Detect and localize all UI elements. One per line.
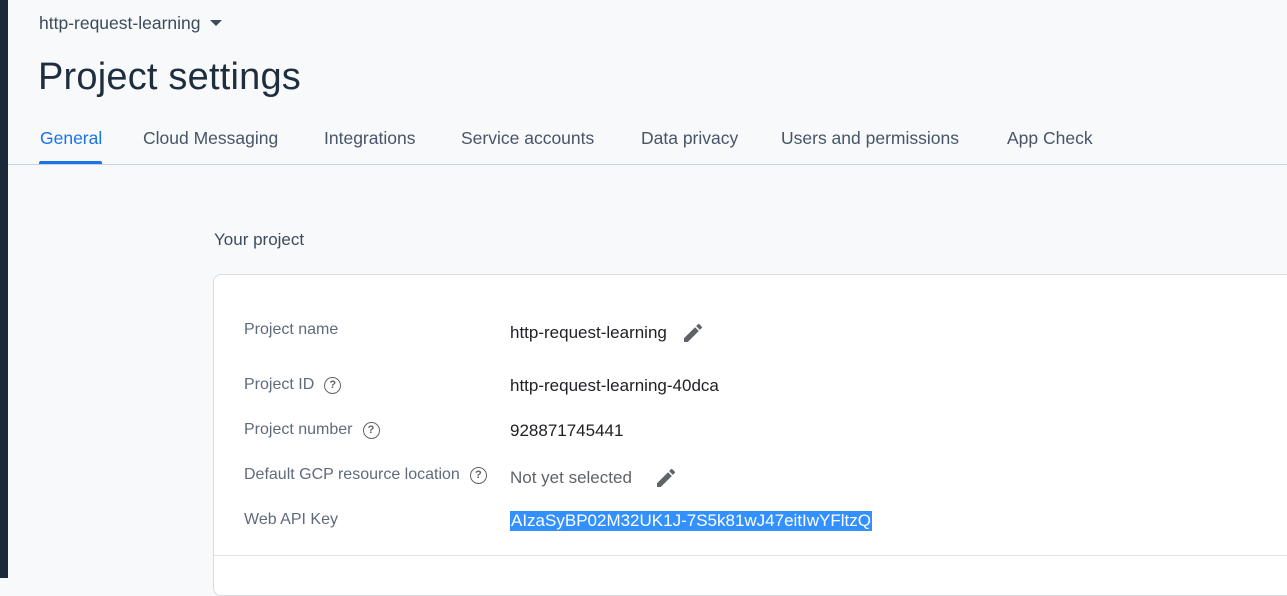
row-web-api-key: Web API Key AIzaSyBP02M32UK1J-7S5k81wJ47… (214, 506, 1287, 536)
tab-service-accounts[interactable]: Service accounts (461, 128, 594, 149)
tab-integrations[interactable]: Integrations (324, 128, 415, 149)
tab-users-and-permissions[interactable]: Users and permissions (781, 128, 959, 149)
tab-cloud-messaging[interactable]: Cloud Messaging (143, 128, 278, 149)
page-title: Project settings (38, 56, 301, 98)
tab-general[interactable]: General (40, 128, 102, 149)
help-circle-icon[interactable]: ? (362, 421, 380, 439)
project-number-label-text: Project number (244, 421, 353, 438)
gcp-location-label: Default GCP resource location ? (244, 466, 487, 484)
pencil-icon[interactable] (654, 466, 678, 490)
row-project-number: Project number ? 928871745441 (214, 416, 1287, 446)
project-name-label: Project name (244, 321, 338, 339)
row-project-name: Project name http-request-learning (214, 316, 1287, 346)
web-api-key-label-text: Web API Key (244, 511, 338, 528)
pencil-icon[interactable] (681, 321, 705, 345)
row-gcp-resource-location: Default GCP resource location ? Not yet … (214, 461, 1287, 491)
left-nav-edge (0, 0, 8, 578)
project-name-text: http-request-learning (510, 323, 667, 342)
chevron-down-icon (210, 20, 223, 26)
section-title-your-project: Your project (214, 230, 305, 249)
settings-tabs: General Cloud Messaging Integrations Ser… (8, 118, 1287, 165)
tab-data-privacy[interactable]: Data privacy (641, 128, 738, 149)
project-switcher-label: http-request-learning (39, 12, 201, 33)
help-circle-icon[interactable]: ? (324, 376, 342, 394)
gcp-location-label-text: Default GCP resource location (244, 466, 460, 483)
your-project-card: Project name http-request-learning Proje… (213, 274, 1287, 596)
gcp-location-value: Not yet selected (510, 466, 678, 490)
project-switcher[interactable]: http-request-learning (39, 11, 223, 35)
web-api-key-label: Web API Key (244, 511, 338, 529)
project-settings-page: http-request-learning Project settings G… (8, 0, 1287, 596)
web-api-key-value[interactable]: AIzaSyBP02M32UK1J-7S5k81wJ47eitIwYFltzQ (510, 511, 872, 531)
web-api-key-text[interactable]: AIzaSyBP02M32UK1J-7S5k81wJ47eitIwYFltzQ (510, 511, 872, 531)
project-id-label: Project ID ? (244, 376, 342, 394)
project-id-label-text: Project ID (244, 376, 315, 393)
tab-app-check[interactable]: App Check (1007, 128, 1093, 149)
row-project-id: Project ID ? http-request-learning-40dca (214, 371, 1287, 401)
project-number-value: 928871745441 (510, 421, 624, 440)
project-name-label-text: Project name (244, 321, 339, 338)
active-tab-indicator (39, 161, 102, 164)
gcp-location-text: Not yet selected (510, 468, 632, 487)
project-id-value: http-request-learning-40dca (510, 376, 719, 395)
help-circle-icon[interactable]: ? (469, 466, 487, 484)
project-name-value: http-request-learning (510, 321, 705, 345)
project-number-label: Project number ? (244, 421, 380, 439)
card-divider (214, 555, 1287, 556)
